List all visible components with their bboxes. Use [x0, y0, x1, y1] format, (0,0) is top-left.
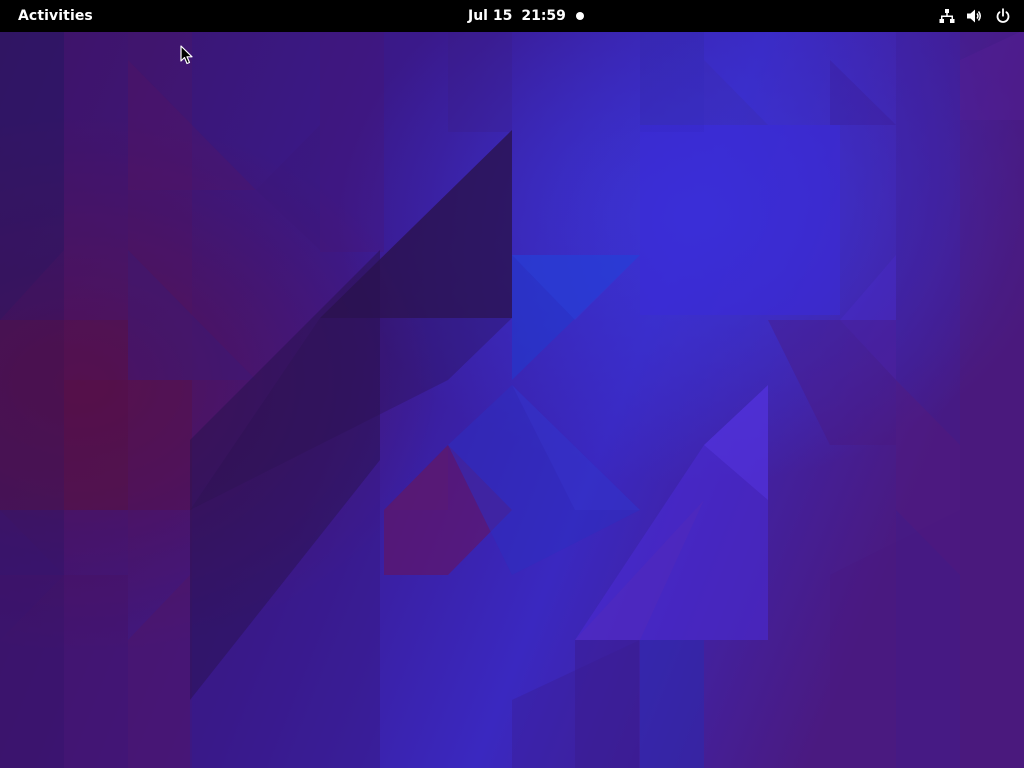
network-wired-icon [938, 7, 956, 25]
volume-icon [966, 7, 984, 25]
clock-date: Jul 15 [468, 8, 513, 24]
dot-icon [576, 12, 584, 20]
power-icon [994, 7, 1012, 25]
notification-indicator[interactable] [575, 11, 585, 21]
mouse-pointer-icon [180, 45, 193, 65]
desktop-wallpaper [0, 0, 1024, 768]
top-bar: Activities Jul 15 21:59 [0, 0, 1024, 32]
system-status-area[interactable] [934, 0, 1016, 32]
activities-button[interactable]: Activities [8, 0, 103, 32]
clock-time: 21:59 [521, 8, 566, 24]
desktop[interactable]: Activities Jul 15 21:59 [0, 0, 1024, 768]
clock-button[interactable]: Jul 15 21:59 [458, 0, 576, 32]
